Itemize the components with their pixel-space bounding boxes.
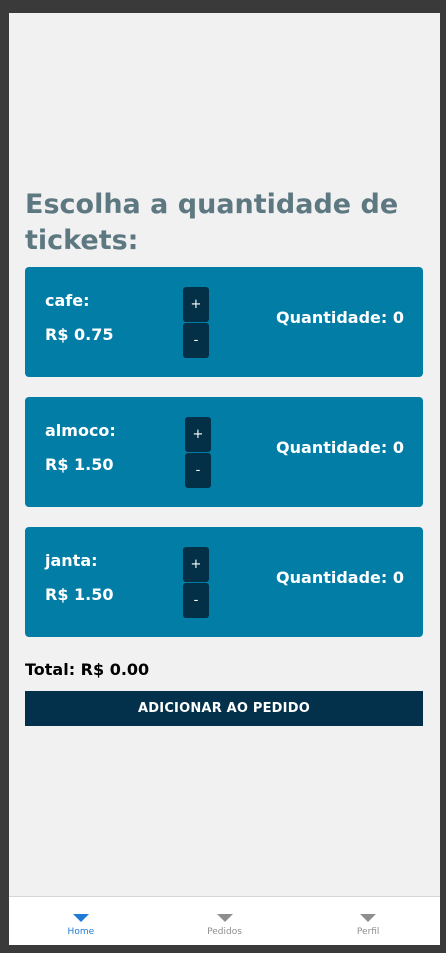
- ticket-name: almoco:: [45, 421, 116, 440]
- quantity-stepper: + -: [183, 287, 209, 358]
- quantity-label: Quantidade: 0: [276, 438, 404, 457]
- tab-perfil[interactable]: Perfil: [296, 897, 440, 945]
- quantity-stepper: + -: [183, 547, 209, 618]
- quantity-label: Quantidade: 0: [276, 308, 404, 327]
- triangle-down-icon: [360, 914, 377, 922]
- app-screen: Escolha a quantidade de tickets: cafe: R…: [9, 13, 440, 945]
- increment-button[interactable]: +: [185, 417, 211, 452]
- add-to-order-button[interactable]: ADICIONAR AO PEDIDO: [25, 691, 423, 726]
- decrement-button[interactable]: -: [185, 453, 211, 488]
- bottom-tab-bar: Home Pedidos Perfil: [9, 896, 440, 945]
- tab-pedidos[interactable]: Pedidos: [153, 897, 297, 945]
- increment-button[interactable]: +: [183, 547, 209, 582]
- triangle-down-icon: [216, 914, 233, 922]
- page-title: Escolha a quantidade de tickets:: [25, 189, 399, 256]
- ticket-price: R$ 0.75: [45, 325, 114, 344]
- decrement-button[interactable]: -: [183, 323, 209, 358]
- ticket-name: cafe:: [45, 291, 90, 310]
- tab-home[interactable]: Home: [9, 897, 153, 945]
- order-total: Total: R$ 0.00: [25, 660, 150, 679]
- tab-label: Home: [67, 927, 95, 937]
- ticket-card-almoco: almoco: R$ 1.50 + - Quantidade: 0: [25, 397, 423, 507]
- quantity-label: Quantidade: 0: [276, 568, 404, 587]
- triangle-down-icon: [72, 914, 89, 922]
- quantity-stepper: + -: [185, 417, 211, 488]
- ticket-price: R$ 1.50: [45, 585, 114, 604]
- tab-label: Perfil: [356, 927, 380, 937]
- ticket-name: janta:: [45, 551, 98, 570]
- increment-button[interactable]: +: [183, 287, 209, 322]
- ticket-card-janta: janta: R$ 1.50 + - Quantidade: 0: [25, 527, 423, 637]
- ticket-price: R$ 1.50: [45, 455, 114, 474]
- ticket-card-cafe: cafe: R$ 0.75 + - Quantidade: 0: [25, 267, 423, 377]
- tab-label: Pedidos: [207, 927, 242, 937]
- decrement-button[interactable]: -: [183, 583, 209, 618]
